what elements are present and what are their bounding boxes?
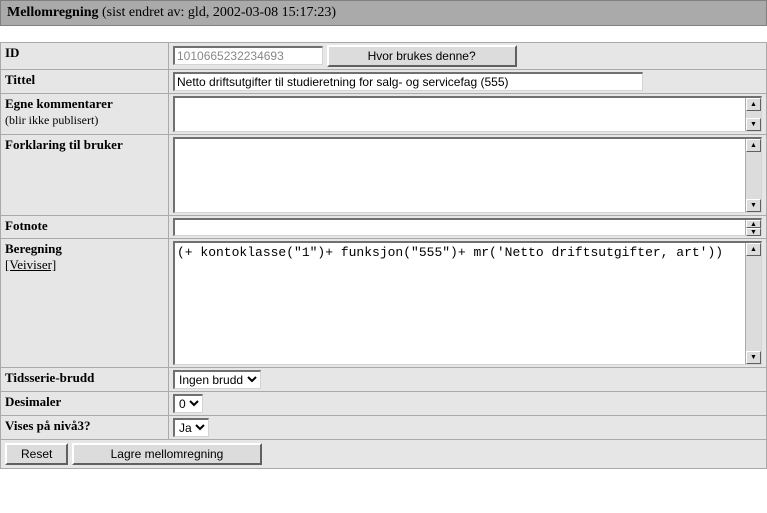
desimaler-select[interactable]: 0 <box>173 394 203 413</box>
scroll-up-icon[interactable]: ▲ <box>746 98 761 111</box>
scroll-down-icon[interactable]: ▼ <box>746 118 761 131</box>
page-header: Mellomregning (sist endret av: gld, 2002… <box>0 0 767 26</box>
niva3-cell: Ja <box>169 416 767 440</box>
tidsserie-select[interactable]: Ingen brudd <box>173 370 261 389</box>
fotnote-label: Fotnote <box>1 216 169 239</box>
scrollbar[interactable]: ▲ ▼ <box>745 98 761 131</box>
tidsserie-cell: Ingen brudd <box>169 368 767 392</box>
niva3-select[interactable]: Ja <box>173 418 209 437</box>
scrollbar[interactable]: ▲ ▼ <box>745 220 761 235</box>
scrollbar[interactable]: ▲ ▼ <box>745 139 761 212</box>
forklaring-label: Forklaring til bruker <box>1 135 169 216</box>
fotnote-cell: ▲ ▼ <box>169 216 767 239</box>
beregning-cell: (+ kontoklasse("1")+ funksjon("555")+ mr… <box>169 239 767 368</box>
scroll-down-icon[interactable]: ▼ <box>746 199 761 212</box>
niva3-label: Vises på nivå3? <box>1 416 169 440</box>
fotnote-textarea[interactable]: ▲ ▼ <box>173 218 762 236</box>
header-meta: (sist endret av: gld, 2002-03-08 15:17:2… <box>102 5 336 20</box>
beregning-textarea[interactable]: (+ kontoklasse("1")+ funksjon("555")+ mr… <box>173 241 762 365</box>
tidsserie-label: Tidsserie-brudd <box>1 368 169 392</box>
tittel-cell <box>169 70 767 94</box>
desimaler-cell: 0 <box>169 392 767 416</box>
lagre-button[interactable]: Lagre mellomregning <box>72 443 262 465</box>
button-row: Reset Lagre mellomregning <box>0 440 767 469</box>
kommentarer-textarea[interactable]: ▲ ▼ <box>173 96 762 132</box>
tittel-input[interactable] <box>173 72 643 91</box>
tittel-label: Tittel <box>1 70 169 94</box>
reset-button[interactable]: Reset <box>5 443 68 465</box>
forklaring-cell: ▲ ▼ <box>169 135 767 216</box>
scroll-down-icon[interactable]: ▼ <box>746 228 761 236</box>
where-used-button[interactable]: Hvor brukes denne? <box>327 45 517 67</box>
id-input[interactable] <box>173 46 323 65</box>
id-label: ID <box>1 43 169 70</box>
beregning-label: Beregning [Veiviser] <box>1 239 169 368</box>
form-table: ID Hvor brukes denne? Tittel Egne kommen… <box>0 42 767 440</box>
scroll-up-icon[interactable]: ▲ <box>746 220 761 228</box>
scrollbar[interactable]: ▲ ▼ <box>745 243 761 364</box>
forklaring-textarea[interactable]: ▲ ▼ <box>173 137 762 213</box>
veiviser-link[interactable]: [Veiviser] <box>5 257 56 272</box>
kommentarer-cell: ▲ ▼ <box>169 94 767 135</box>
kommentarer-label: Egne kommentarer (blir ikke publisert) <box>1 94 169 135</box>
id-cell: Hvor brukes denne? <box>169 43 767 70</box>
scroll-down-icon[interactable]: ▼ <box>746 351 761 364</box>
scroll-up-icon[interactable]: ▲ <box>746 139 761 152</box>
scroll-up-icon[interactable]: ▲ <box>746 243 761 256</box>
header-title: Mellomregning <box>7 5 99 20</box>
desimaler-label: Desimaler <box>1 392 169 416</box>
